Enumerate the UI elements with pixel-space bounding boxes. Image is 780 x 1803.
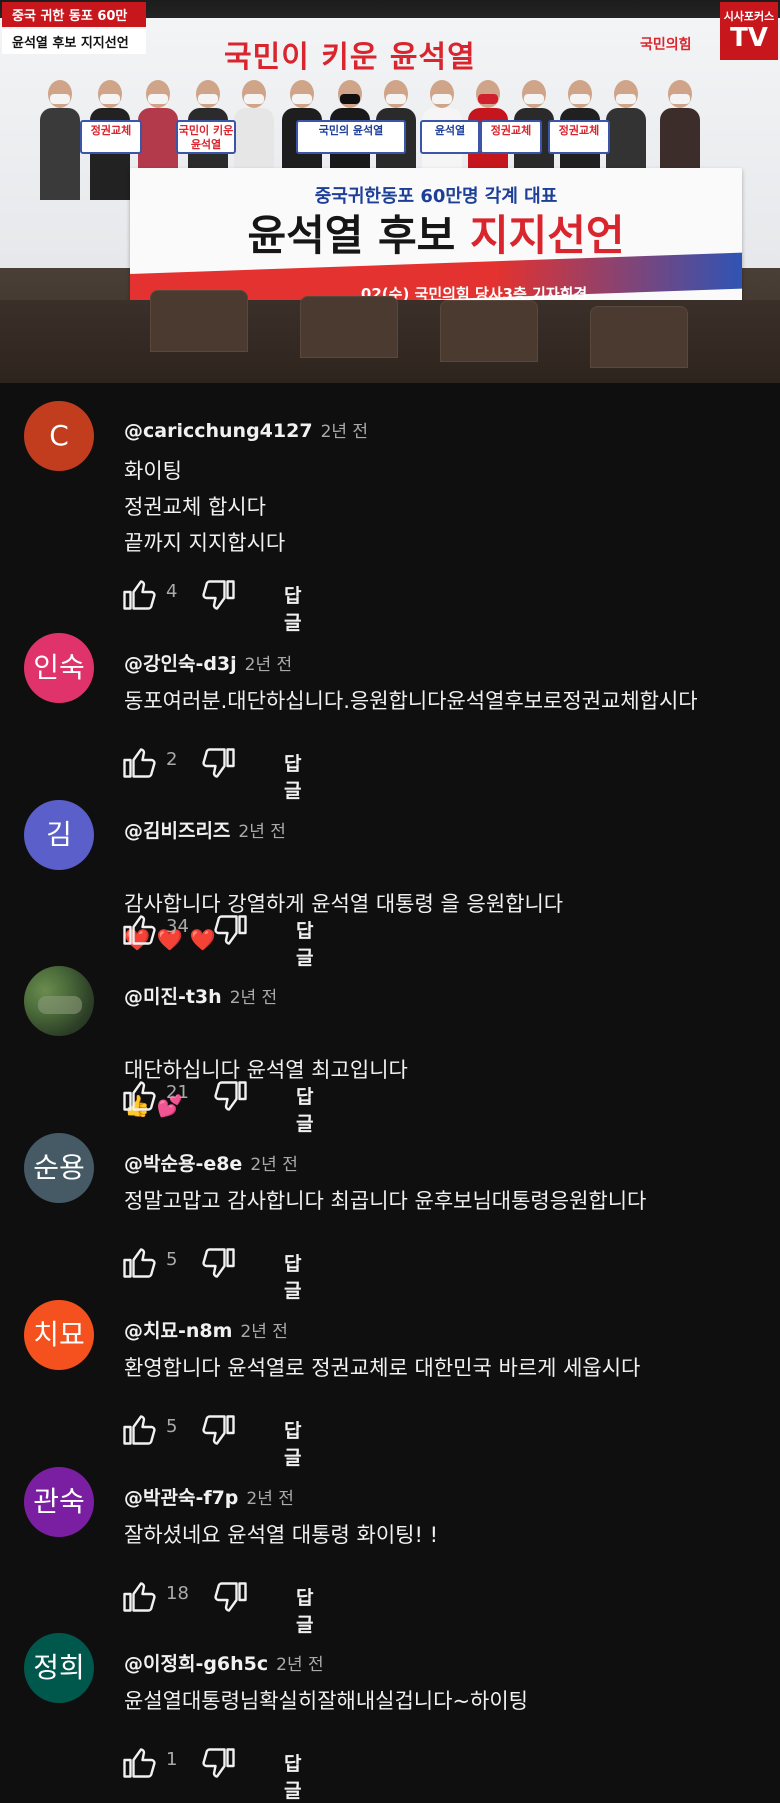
sign: 국민이 키운 윤석열: [176, 120, 236, 154]
like-icon[interactable]: [120, 912, 156, 948]
dislike-icon[interactable]: [214, 1078, 250, 1114]
comment-time[interactable]: 2년 전: [276, 1655, 324, 1675]
comment-time[interactable]: 2년 전: [240, 1322, 288, 1342]
comment-time[interactable]: 2년 전: [246, 1489, 294, 1509]
comment-text: 대단하십니다 윤석열 최고입니다: [124, 1058, 408, 1082]
comment-author[interactable]: @미진-t3h: [124, 986, 222, 1008]
news-caption: 중국 귀한 동포 60만 윤석열 후보 지지선언: [2, 2, 146, 54]
dislike-icon[interactable]: [202, 1245, 238, 1281]
caption-line1: 중국 귀한 동포 60만: [2, 2, 146, 27]
comment-text: 정말고맙고 감사합니다 최곱니다 윤후보님대통령응원합니다: [124, 1189, 647, 1213]
dislike-icon[interactable]: [202, 577, 238, 613]
like-count: 4: [166, 581, 178, 602]
sign: 정권교체: [548, 120, 610, 154]
comment-time[interactable]: 2년 전: [321, 422, 369, 442]
avatar[interactable]: C: [24, 401, 94, 471]
support-banner: 중국귀한동포 60만명 각계 대표 윤석열 후보 지지선언 . 02(수) 국민…: [130, 168, 742, 310]
avatar[interactable]: 순용: [24, 1133, 94, 1203]
sign: 정권교체: [480, 120, 542, 154]
channel-logo-bottom: TV: [730, 23, 768, 53]
like-count: 34: [166, 916, 189, 937]
dislike-icon[interactable]: [214, 912, 250, 948]
banner-title-red: 지지선언: [469, 211, 625, 260]
dislike-icon[interactable]: [202, 1412, 238, 1448]
comment-author[interactable]: @박순용-e8e: [124, 1153, 242, 1175]
comment-author[interactable]: @이정희-g6h5c: [124, 1653, 268, 1675]
like-icon[interactable]: [120, 745, 156, 781]
banner-title-black: 윤석열 후보: [247, 211, 456, 260]
comment-text: 화이팅 정권교체 합시다 끝까지 지지합시다: [124, 459, 286, 555]
avatar[interactable]: 김: [24, 800, 94, 870]
like-icon[interactable]: [120, 1245, 156, 1281]
like-count: 5: [166, 1249, 178, 1270]
video-player[interactable]: 국민이 키운 윤석열 국민의힘 정권교체 국민이 키운 윤석열 국민의 윤석열 …: [0, 0, 780, 383]
dislike-icon[interactable]: [214, 1579, 250, 1615]
avatar[interactable]: [24, 966, 94, 1036]
comment-author[interactable]: @박관숙-f7p: [124, 1487, 238, 1509]
comment-author[interactable]: @치묘-n8m: [124, 1320, 232, 1342]
like-icon[interactable]: [120, 1579, 156, 1615]
comment-text: 잘하셨네요 윤석열 대통령 화이팅! !: [124, 1523, 439, 1547]
avatar[interactable]: 정희: [24, 1633, 94, 1703]
comment-author[interactable]: @강인숙-d3j: [124, 653, 237, 675]
party-logo: 국민의힘: [640, 37, 692, 53]
protest-signs: 정권교체 국민이 키운 윤석열 국민의 윤석열 윤석열 정권교체 정권교체: [80, 120, 680, 160]
comment-text: 환영합니다 윤석열로 정권교체로 대한민국 바르게 세웁시다: [124, 1356, 641, 1380]
chair: [150, 290, 248, 352]
comment-author[interactable]: @김비즈리즈: [124, 820, 230, 842]
reply-button[interactable]: 답글: [284, 1749, 301, 1803]
banner-subtitle: 중국귀한동포 60만명 각계 대표: [314, 186, 558, 207]
like-count: 5: [166, 1416, 178, 1437]
reply-button[interactable]: 답글: [284, 1249, 301, 1303]
avatar[interactable]: 관숙: [24, 1467, 94, 1537]
avatar[interactable]: 치묘: [24, 1300, 94, 1370]
comment-time[interactable]: 2년 전: [245, 655, 293, 675]
chair: [590, 306, 688, 368]
sign: 정권교체: [80, 120, 142, 154]
like-count: 1: [166, 1749, 178, 1770]
comment-text: 동포여러분.대단하십니다.응원합니다윤석열후보로정권교체합시다: [124, 689, 698, 713]
channel-logo-top: 시사포커스: [723, 10, 775, 23]
like-count: 18: [166, 1583, 189, 1604]
channel-logo: 시사포커스 TV: [720, 2, 778, 60]
like-count: 2: [166, 749, 178, 770]
dislike-icon[interactable]: [202, 745, 238, 781]
reply-button[interactable]: 답글: [284, 749, 301, 803]
like-icon[interactable]: [120, 1412, 156, 1448]
reply-button[interactable]: 답글: [296, 916, 313, 970]
like-icon[interactable]: [120, 1078, 156, 1114]
comment-text: 감사합니다 강열하게 윤석열 대통령 을 응원합니다: [124, 892, 564, 916]
like-icon[interactable]: [120, 1745, 156, 1781]
comment-text: 윤설열대통령님확실히잘해내실겁니다~하이팅: [124, 1689, 528, 1713]
backdrop-slogan: 국민이 키운 윤석열: [196, 28, 636, 88]
comment-author[interactable]: @caricchung4127: [124, 420, 313, 442]
comment-time[interactable]: 2년 전: [230, 988, 278, 1008]
caption-line2: 윤석열 후보 지지선언: [2, 29, 146, 54]
chair: [440, 300, 538, 362]
chair: [300, 296, 398, 358]
reply-button[interactable]: 답글: [284, 581, 301, 635]
dislike-icon[interactable]: [202, 1745, 238, 1781]
reply-button[interactable]: 답글: [296, 1583, 313, 1637]
reply-button[interactable]: 답글: [284, 1416, 301, 1470]
sign: 국민의 윤석열: [296, 120, 406, 154]
like-count: 21: [166, 1082, 189, 1103]
comment-time[interactable]: 2년 전: [238, 822, 286, 842]
reply-button[interactable]: 답글: [296, 1082, 313, 1136]
sign: 윤석열: [420, 120, 480, 154]
avatar[interactable]: 인숙: [24, 633, 94, 703]
comment-time[interactable]: 2년 전: [250, 1155, 298, 1175]
like-icon[interactable]: [120, 577, 156, 613]
